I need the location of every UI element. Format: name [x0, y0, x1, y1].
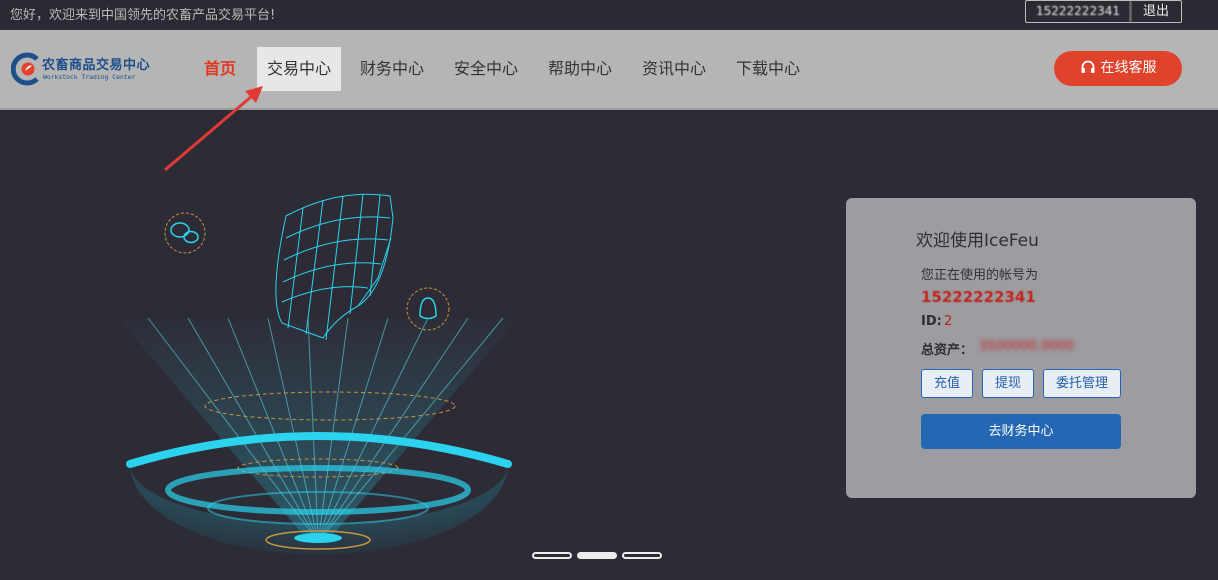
carousel-dot-2[interactable]: [577, 552, 617, 559]
nav-help-center[interactable]: 帮助中心: [538, 47, 622, 91]
hologram-illustration: [118, 193, 518, 555]
wechat-icon: [164, 212, 206, 254]
withdraw-button[interactable]: 提现: [982, 369, 1034, 398]
account-caption: 您正在使用的帐号为: [921, 268, 1039, 283]
nav-home[interactable]: 首页: [195, 47, 245, 91]
account-panel: 欢迎使用IceFeu 您正在使用的帐号为 15222222341 ID: 2 总…: [846, 198, 1196, 498]
id-label: ID:: [921, 314, 942, 329]
online-service-button[interactable]: 在线客服: [1054, 51, 1182, 86]
order-management-button[interactable]: 委托管理: [1043, 369, 1121, 398]
logo-title: 农畜商品交易中心: [42, 58, 151, 73]
user-box: 15222222341 退出: [1025, 0, 1182, 23]
top-bar: 您好，欢迎来到中国领先的农畜产品交易平台! 15222222341 退出: [0, 0, 1218, 26]
welcome-text: 您好，欢迎来到中国领先的农畜产品交易平台!: [10, 8, 276, 23]
recharge-button[interactable]: 充值: [921, 369, 973, 398]
total-assets-label: 总资产：: [921, 343, 974, 358]
logo-subtitle: Workstock Trading Center: [43, 73, 136, 81]
headset-icon: [1081, 60, 1094, 73]
id-value: 2: [944, 314, 953, 329]
nav-news-center[interactable]: 资讯中心: [632, 47, 716, 91]
panel-title: 欢迎使用IceFeu: [916, 231, 1039, 251]
account-number: 15222222341: [921, 288, 1036, 306]
go-finance-center-button[interactable]: 去财务中心: [921, 414, 1121, 449]
carousel-dot-3[interactable]: [622, 552, 662, 559]
site-logo[interactable]: 农畜商品交易中心 Workstock Trading Center: [11, 52, 151, 88]
user-account-link[interactable]: 15222222341: [1026, 1, 1131, 22]
logo-emblem-icon: [11, 52, 39, 86]
main-header: 农畜商品交易中心 Workstock Trading Center 首页 交易中…: [0, 30, 1218, 110]
nav-finance-center[interactable]: 财务中心: [350, 47, 434, 91]
logout-link[interactable]: 退出: [1131, 1, 1181, 22]
nav-download-center[interactable]: 下载中心: [726, 47, 810, 91]
nav-trading-center[interactable]: 交易中心: [257, 47, 341, 91]
carousel-dot-1[interactable]: [532, 552, 572, 559]
total-assets-value: 3500000.0000: [979, 339, 1075, 354]
online-service-label: 在线客服: [1100, 60, 1157, 76]
nav-security-center[interactable]: 安全中心: [444, 47, 528, 91]
